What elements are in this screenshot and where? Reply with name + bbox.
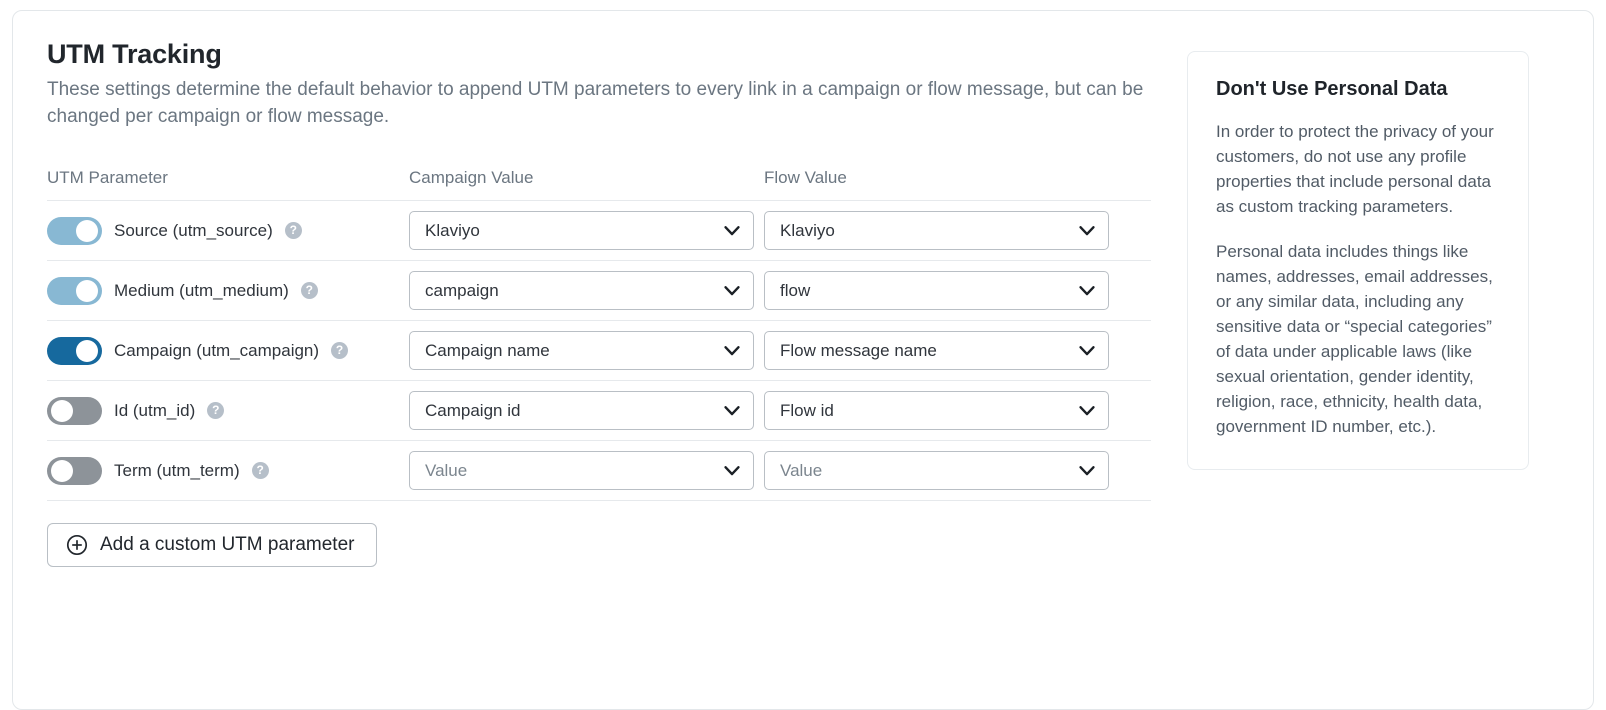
help-icon[interactable]: ?	[331, 342, 349, 359]
chevron-down-icon	[1079, 285, 1095, 296]
add-custom-utm-parameter-button[interactable]: Add a custom UTM parameter	[47, 523, 378, 567]
flow-value-select-3[interactable]: Flow id	[764, 391, 1109, 430]
table-header-row: UTM Parameter Campaign Value Flow Value	[47, 168, 1151, 201]
flow-value-cell: Flow id	[764, 380, 1151, 441]
table-header: UTM Parameter Campaign Value Flow Value	[47, 168, 1151, 201]
campaign-value-cell: Value	[409, 440, 764, 501]
toggle-knob	[76, 339, 98, 362]
utm-parameter-label: Term (utm_term)	[114, 460, 240, 480]
flow-value-select-0[interactable]: Klaviyo	[764, 211, 1109, 250]
help-icon[interactable]: ?	[284, 222, 302, 239]
help-icon[interactable]: ?	[207, 402, 225, 419]
utm-parameter-cell: Id (utm_id)?	[47, 380, 409, 441]
chevron-down-icon	[724, 405, 740, 416]
utm-parameter-cell: Medium (utm_medium)?	[47, 260, 409, 321]
personal-data-warning-panel: Don't Use Personal Data In order to prot…	[1187, 51, 1529, 470]
utm-parameter-cell: Source (utm_source)?	[47, 200, 409, 261]
campaign-value-select-4[interactable]: Value	[409, 451, 754, 490]
flow-value-text: Flow id	[780, 400, 834, 420]
toggle-4[interactable]	[47, 456, 102, 485]
main-column: UTM Tracking These settings determine th…	[47, 39, 1157, 567]
toggle-knob	[51, 459, 73, 482]
chevron-down-icon	[724, 345, 740, 356]
add-custom-utm-parameter-label: Add a custom UTM parameter	[100, 534, 355, 555]
toggle-knob	[76, 279, 98, 302]
campaign-value-text: Campaign name	[425, 340, 550, 360]
page-description: These settings determine the default beh…	[47, 79, 1144, 127]
flow-value-text: Flow message name	[780, 340, 937, 360]
campaign-value-text: Campaign id	[425, 400, 521, 420]
column-header-flow-value: Flow Value	[764, 168, 1151, 201]
campaign-value-select-0[interactable]: Klaviyo	[409, 211, 754, 250]
table-row: Source (utm_source)? Klaviyo Klaviyo	[47, 200, 1151, 261]
utm-parameter-label: Source (utm_source)	[114, 220, 273, 240]
flow-value-text: Klaviyo	[780, 220, 835, 240]
chevron-down-icon	[1079, 225, 1095, 236]
toggle-3[interactable]	[47, 396, 102, 425]
flow-value-cell: flow	[764, 260, 1151, 321]
utm-parameter-cell: Campaign (utm_campaign)?	[47, 320, 409, 381]
page-title: UTM Tracking	[47, 39, 222, 69]
settings-page: UTM Tracking These settings determine th…	[0, 0, 1606, 710]
flow-value-text: flow	[780, 280, 811, 300]
side-panel-title: Don't Use Personal Data	[1216, 78, 1448, 100]
help-icon[interactable]: ?	[251, 462, 269, 479]
campaign-value-text: Value	[425, 460, 468, 480]
utm-parameter-label: Medium (utm_medium)	[114, 280, 289, 300]
chevron-down-icon	[1079, 405, 1095, 416]
utm-tracking-card: UTM Tracking These settings determine th…	[12, 10, 1594, 710]
campaign-value-cell: campaign	[409, 260, 764, 321]
campaign-value-select-2[interactable]: Campaign name	[409, 331, 754, 370]
campaign-value-cell: Campaign id	[409, 380, 764, 441]
side-panel-paragraph-2: Personal data includes things like names…	[1216, 242, 1493, 436]
chevron-down-icon	[724, 465, 740, 476]
toggle-2[interactable]	[47, 336, 102, 365]
side-panel-paragraph-1: In order to protect the privacy of your …	[1216, 122, 1494, 216]
campaign-value-text: Klaviyo	[425, 220, 480, 240]
utm-parameter-cell: Term (utm_term)?	[47, 440, 409, 501]
flow-value-select-4[interactable]: Value	[764, 451, 1109, 490]
table-body: Source (utm_source)? Klaviyo Klaviyo Medium…	[47, 200, 1151, 501]
column-header-campaign-value: Campaign Value	[409, 168, 764, 201]
flow-value-cell: Value	[764, 440, 1151, 501]
utm-parameter-label: Campaign (utm_campaign)	[114, 340, 320, 360]
toggle-knob	[51, 399, 73, 422]
utm-parameters-table: UTM Parameter Campaign Value Flow Value …	[47, 168, 1151, 501]
help-icon[interactable]: ?	[300, 282, 318, 299]
table-row: Term (utm_term)? Value Value	[47, 440, 1151, 501]
campaign-value-cell: Campaign name	[409, 320, 764, 381]
toggle-1[interactable]	[47, 276, 102, 305]
campaign-value-cell: Klaviyo	[409, 200, 764, 261]
campaign-value-select-1[interactable]: campaign	[409, 271, 754, 310]
flow-value-cell: Flow message name	[764, 320, 1151, 381]
plus-circle-icon	[66, 534, 88, 556]
campaign-value-select-3[interactable]: Campaign id	[409, 391, 754, 430]
flow-value-select-2[interactable]: Flow message name	[764, 331, 1109, 370]
column-header-utm-parameter: UTM Parameter	[47, 168, 409, 201]
chevron-down-icon	[724, 225, 740, 236]
utm-parameter-label: Id (utm_id)	[114, 400, 196, 420]
chevron-down-icon	[1079, 345, 1095, 356]
chevron-down-icon	[724, 285, 740, 296]
flow-value-select-1[interactable]: flow	[764, 271, 1109, 310]
campaign-value-text: campaign	[425, 280, 499, 300]
table-row: Medium (utm_medium)? campaign flow	[47, 260, 1151, 321]
toggle-knob	[76, 219, 98, 242]
toggle-0[interactable]	[47, 216, 102, 245]
table-row: Id (utm_id)? Campaign id Flow id	[47, 380, 1151, 441]
table-row: Campaign (utm_campaign)? Campaign name Flo…	[47, 320, 1151, 381]
chevron-down-icon	[1079, 465, 1095, 476]
flow-value-text: Value	[780, 460, 823, 480]
flow-value-cell: Klaviyo	[764, 200, 1151, 261]
